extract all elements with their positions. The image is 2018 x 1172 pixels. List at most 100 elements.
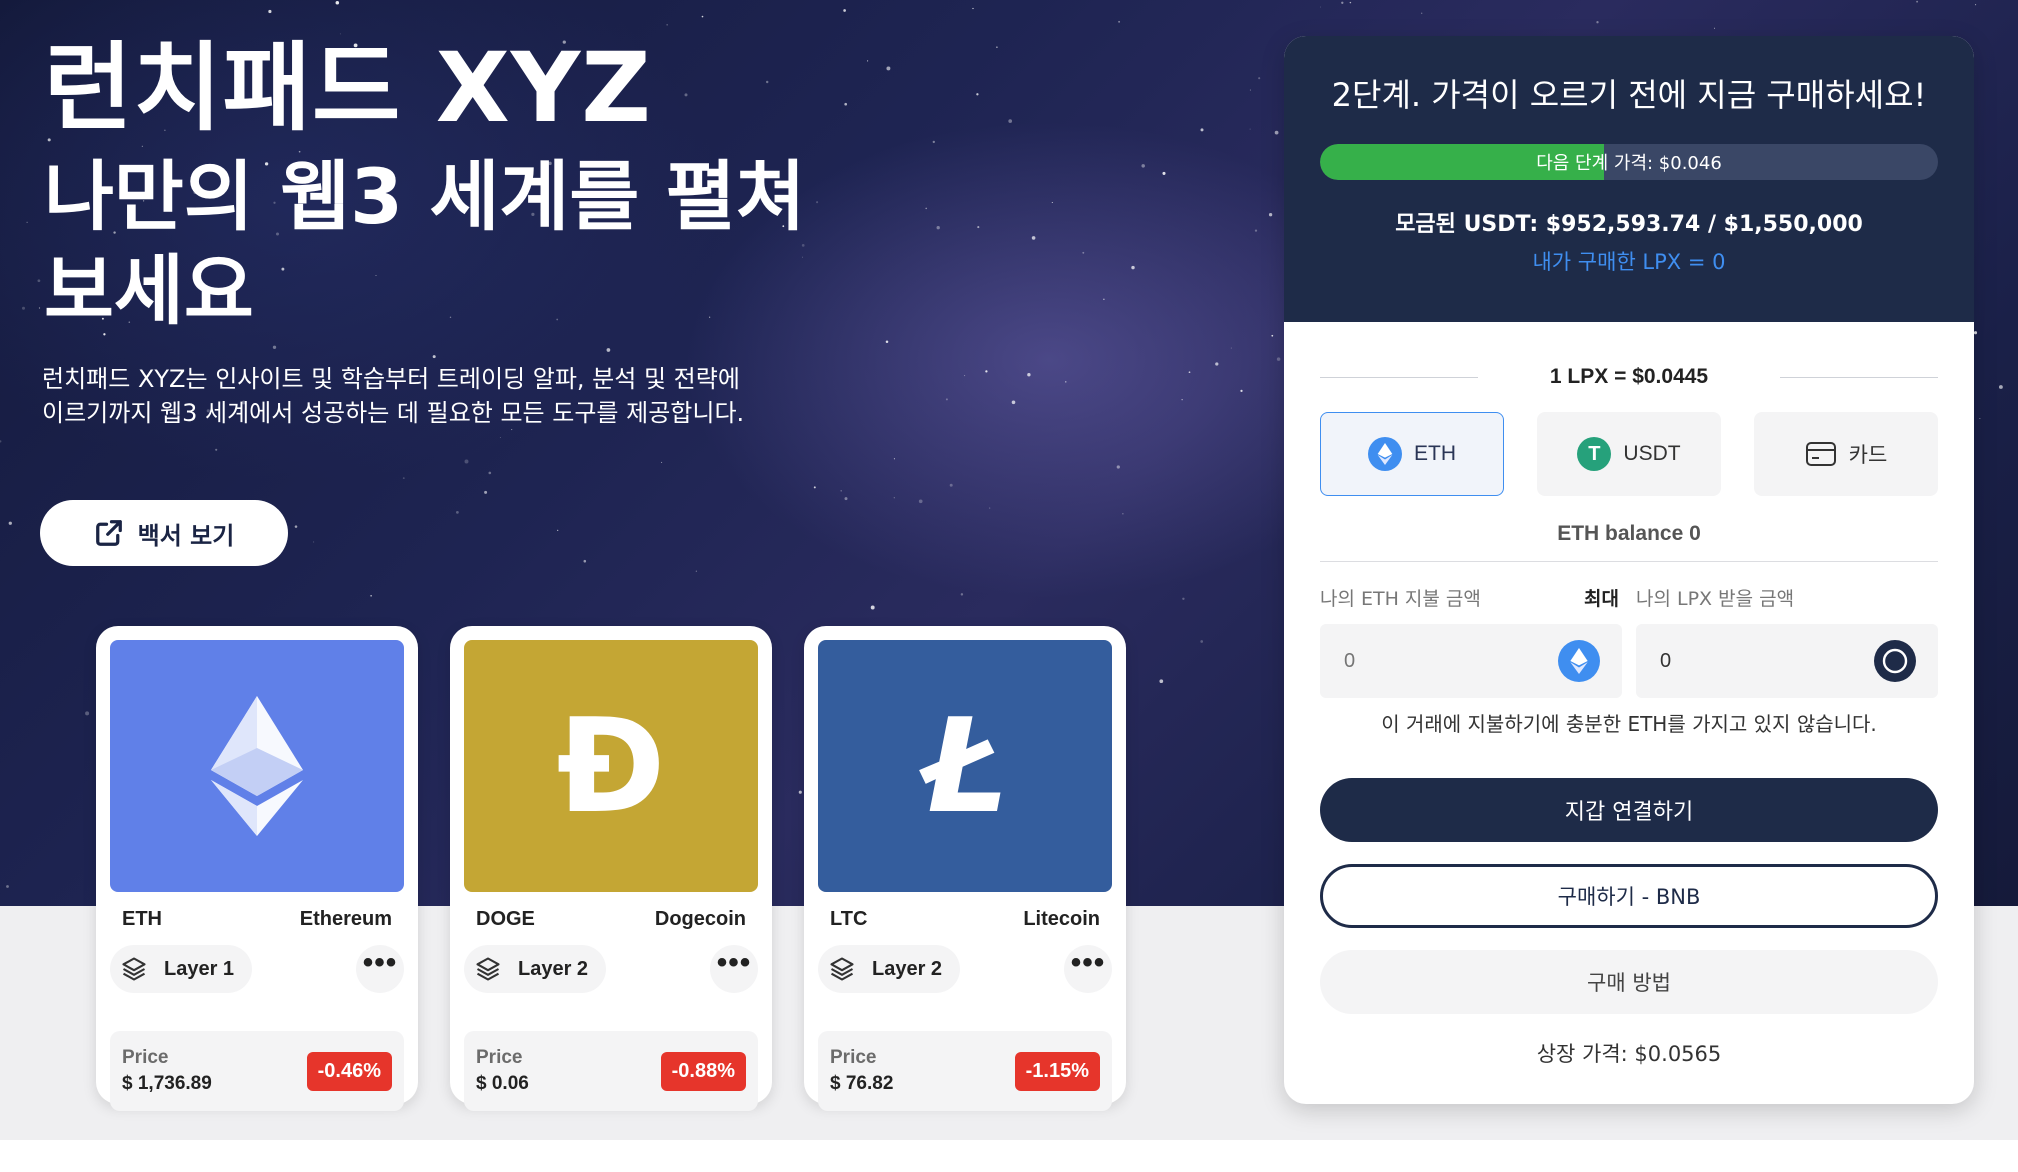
star bbox=[1998, 385, 2003, 389]
whitepaper-button[interactable]: 백서 보기 bbox=[40, 500, 288, 566]
more-options-button[interactable]: ••• bbox=[710, 945, 758, 993]
tab-label: 카드 bbox=[1848, 444, 1888, 467]
star bbox=[1162, 171, 1166, 175]
layers-icon bbox=[476, 957, 500, 981]
star bbox=[886, 66, 891, 71]
progress-label: 다음 단계 가격: $0.046 bbox=[1536, 153, 1722, 174]
star bbox=[26, 221, 28, 223]
star bbox=[141, 145, 143, 147]
star bbox=[1141, 164, 1145, 168]
star bbox=[925, 207, 927, 210]
receive-amount-label: 나의 LPX 받을 금액 bbox=[1636, 588, 1795, 610]
star bbox=[38, 307, 41, 309]
star bbox=[666, 24, 668, 26]
star bbox=[1254, 229, 1258, 232]
star bbox=[37, 279, 41, 283]
raised-amount: 모금된 USDT: $952,593.74 / $1,550,000 bbox=[1395, 212, 1863, 237]
coin-card-doge[interactable]: Ð DOGE Dogecoin Layer 2 ••• Price $ 0.06… bbox=[450, 626, 772, 1111]
price-change-badge: -0.46% bbox=[306, 1051, 392, 1091]
star bbox=[918, 499, 923, 504]
star bbox=[936, 226, 940, 230]
rate-row: 1 LPX = $0.0445 bbox=[1320, 362, 1939, 392]
price-change-badge: -1.15% bbox=[1014, 1051, 1100, 1091]
litecoin-glyph-icon: Ł bbox=[922, 690, 1008, 842]
price-label: Price bbox=[122, 1047, 169, 1068]
coin-symbol: ETH bbox=[122, 908, 162, 930]
panel-header: 2단계. 가격이 오르기 전에 지금 구매하세요! 다음 단계 가격: $0.0… bbox=[1284, 36, 1974, 322]
star bbox=[1031, 236, 1036, 240]
star bbox=[557, 529, 559, 532]
star bbox=[840, 490, 842, 492]
eth-balance: ETH balance 0 bbox=[1557, 522, 1701, 545]
star bbox=[1596, 21, 1599, 24]
star bbox=[843, 9, 846, 12]
star bbox=[985, 370, 988, 373]
price-box: Price $ 76.82 -1.15% bbox=[818, 1031, 1112, 1111]
star bbox=[432, 355, 436, 359]
star bbox=[1082, 251, 1085, 254]
hero-title: 런치패드 XYZ bbox=[44, 32, 652, 144]
star bbox=[1421, 12, 1423, 14]
star bbox=[6, 885, 9, 888]
connect-wallet-button[interactable]: 지갑 연결하기 bbox=[1320, 778, 1938, 842]
star bbox=[1027, 373, 1031, 377]
receive-amount-input[interactable] bbox=[1660, 649, 1840, 673]
insufficient-funds-warning: 이 거래에 지불하기에 충분한 ETH를 가지고 있지 않습니다. bbox=[1381, 712, 1877, 736]
star bbox=[1008, 119, 1013, 123]
star bbox=[932, 140, 935, 144]
star bbox=[1975, 4, 1977, 6]
star bbox=[1714, 27, 1716, 29]
layer-label: Layer 2 bbox=[518, 957, 589, 980]
star bbox=[661, 461, 663, 463]
coin-symbol: DOGE bbox=[476, 908, 535, 930]
coin-card-ltc[interactable]: Ł LTC Litecoin Layer 2 ••• Price $ 76.82… bbox=[804, 626, 1126, 1111]
star bbox=[484, 490, 488, 494]
star bbox=[1274, 130, 1279, 135]
star bbox=[870, 605, 875, 610]
star bbox=[1249, 89, 1251, 91]
star bbox=[960, 593, 964, 596]
star bbox=[844, 497, 848, 501]
star bbox=[976, 93, 979, 96]
star bbox=[456, 511, 459, 514]
tab-eth[interactable]: ETH bbox=[1320, 412, 1504, 496]
star bbox=[1188, 371, 1191, 374]
price-value: $ 1,736.89 bbox=[122, 1073, 212, 1094]
star bbox=[1182, 597, 1185, 600]
more-options-button[interactable]: ••• bbox=[356, 945, 404, 993]
star bbox=[215, 448, 218, 451]
star bbox=[1011, 400, 1016, 405]
star bbox=[1320, 6, 1322, 8]
star bbox=[1240, 389, 1243, 393]
star bbox=[989, 507, 991, 509]
tab-usdt[interactable]: T USDT bbox=[1537, 412, 1721, 496]
divider bbox=[1320, 561, 1938, 562]
pay-amount-input[interactable] bbox=[1344, 649, 1524, 673]
tab-card[interactable]: 카드 bbox=[1754, 412, 1938, 496]
how-to-buy-button[interactable]: 구매 방법 bbox=[1320, 950, 1938, 1014]
more-options-button[interactable]: ••• bbox=[1064, 945, 1112, 993]
star bbox=[335, 0, 340, 5]
star bbox=[893, 458, 895, 460]
star bbox=[964, 375, 966, 377]
buy-with-bnb-button[interactable]: 구매하기 - BNB bbox=[1320, 864, 1938, 928]
ethereum-icon bbox=[1558, 640, 1600, 682]
token-rate: 1 LPX = $0.0445 bbox=[1549, 365, 1709, 388]
coin-art-ltc: Ł bbox=[818, 640, 1112, 892]
star bbox=[464, 459, 469, 464]
ethereum-diamond-icon bbox=[211, 696, 303, 836]
layers-icon bbox=[122, 957, 146, 981]
pay-amount-label: 나의 ETH 지불 금액 bbox=[1320, 588, 1481, 610]
my-purchase: 내가 구매한 LPX = 0 bbox=[1532, 250, 1726, 274]
star bbox=[1200, 640, 1204, 643]
star bbox=[1131, 265, 1135, 270]
star bbox=[1973, 331, 1978, 335]
layer-badge: Layer 2 bbox=[818, 945, 961, 993]
star bbox=[798, 790, 802, 794]
coin-art-eth bbox=[110, 640, 404, 892]
lpx-token-icon bbox=[1874, 640, 1916, 682]
coin-card-eth[interactable]: ETH Ethereum Layer 1 ••• Price $ 1,736.8… bbox=[96, 626, 418, 1111]
star bbox=[972, 7, 974, 10]
star bbox=[1341, 1, 1344, 4]
max-button[interactable]: 최대 bbox=[1584, 584, 1619, 611]
